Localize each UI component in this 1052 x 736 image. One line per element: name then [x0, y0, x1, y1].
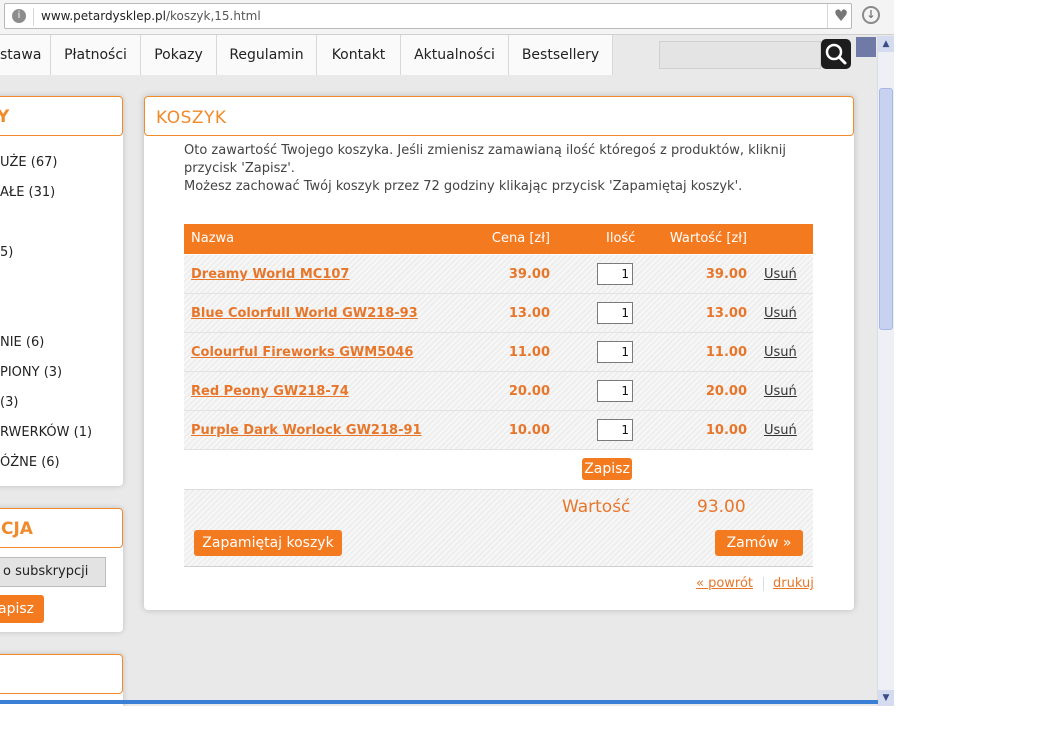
sum-label: Wartość: [562, 497, 631, 517]
product-price: 13.00: [508, 306, 550, 321]
site-identity-icon[interactable]: i: [12, 9, 26, 23]
vertical-scrollbar[interactable]: ▲ ▼: [877, 36, 894, 706]
product-name-link[interactable]: Blue Colorfull World GW218-93: [191, 306, 418, 321]
cart-row: Blue Colorfull World GW218-93 13.00 1 13…: [184, 294, 813, 333]
cart-row: Dreamy World MC107 39.00 1 39.00 Usuń: [184, 255, 813, 294]
product-name-link[interactable]: Colourful Fireworks GWM5046: [191, 345, 413, 360]
newsletter-title: CJA: [1, 519, 33, 539]
sidebar-category[interactable]: (3): [0, 395, 18, 410]
download-icon[interactable]: ↓: [862, 6, 880, 24]
cart-row: Red Peony GW218-74 20.00 1 20.00 Usuń: [184, 372, 813, 411]
cart-title: KOSZYK: [156, 108, 227, 128]
link-separator: [763, 577, 764, 591]
col-qty: Ilość: [606, 231, 636, 246]
url-path: /koszyk,15.html: [165, 9, 261, 23]
product-name-link[interactable]: Dreamy World MC107: [191, 267, 349, 282]
newsletter-submit-button[interactable]: apisz: [0, 595, 44, 623]
product-value: 11.00: [705, 345, 747, 360]
cart-summary: Wartość 93.00 Zapamiętaj koszyk Zamów »: [184, 489, 813, 567]
product-price: 39.00: [508, 267, 550, 282]
nav-item-kontakt[interactable]: Kontakt: [317, 35, 401, 75]
scroll-down-icon[interactable]: ▼: [878, 690, 894, 706]
remove-link[interactable]: Usuń: [764, 306, 797, 321]
product-value: 13.00: [705, 306, 747, 321]
bookmark-heart-icon[interactable]: ♥: [827, 4, 854, 28]
sidebar-category[interactable]: ÓŻNE (6): [0, 455, 60, 470]
product-name-link[interactable]: Red Peony GW218-74: [191, 384, 349, 399]
sidebar-panel-3-header: [0, 654, 123, 694]
cart-table-header: Nazwa Cena [zł] Ilość Wartość [zł]: [184, 224, 813, 254]
cart-row: Purple Dark Worlock GW218-91 10.00 1 10.…: [184, 411, 813, 450]
sidebar-panel-3: [0, 654, 123, 706]
quantity-input[interactable]: 1: [597, 380, 633, 402]
address-bar: i www.petardysklep.pl/koszyk,15.html ♥ ↓: [0, 0, 894, 35]
url-domain: www.petardysklep.pl: [41, 9, 166, 23]
save-button[interactable]: Zapisz: [582, 458, 632, 480]
remove-link[interactable]: Usuń: [764, 384, 797, 399]
search-button[interactable]: [821, 39, 851, 69]
sidebar-category[interactable]: RWERKÓW (1): [0, 425, 92, 440]
search-input[interactable]: [659, 41, 821, 69]
back-link[interactable]: « powrót: [696, 576, 753, 591]
product-value: 20.00: [705, 384, 747, 399]
remember-cart-button[interactable]: Zapamiętaj koszyk: [194, 530, 342, 556]
nav-item-aktualnosci[interactable]: Aktualności: [401, 35, 509, 75]
product-price: 11.00: [508, 345, 550, 360]
product-value: 10.00: [705, 423, 747, 438]
quantity-input[interactable]: 1: [597, 263, 633, 285]
categories-title: Y: [0, 107, 10, 127]
print-link[interactable]: drukuj: [773, 576, 814, 591]
nav-item-pokazy[interactable]: Pokazy: [141, 35, 217, 75]
col-name: Nazwa: [191, 231, 235, 246]
intro-line-1: Oto zawartość Twojego koszyka. Jeśli zmi…: [184, 143, 786, 158]
nav-item-regulamin[interactable]: Regulamin: [217, 35, 317, 75]
nav-item-bestsellery[interactable]: Bestsellery: [509, 35, 613, 75]
product-name-link[interactable]: Purple Dark Worlock GW218-91: [191, 423, 422, 438]
overlay-block: [856, 37, 876, 57]
remove-link[interactable]: Usuń: [764, 267, 797, 282]
quantity-input[interactable]: 1: [597, 419, 633, 441]
product-value: 39.00: [705, 267, 747, 282]
product-price: 10.00: [508, 423, 550, 438]
categories-header: Y: [0, 96, 123, 136]
sidebar-category[interactable]: UŻE (67): [0, 155, 57, 170]
sidebar-category[interactable]: AŁE (31): [0, 185, 55, 200]
url-text[interactable]: www.petardysklep.pl/koszyk,15.html: [41, 9, 261, 23]
cart-header: KOSZYK: [144, 96, 854, 136]
url-box[interactable]: i www.petardysklep.pl/koszyk,15.html ♥: [4, 3, 852, 29]
nav-item-platnosci[interactable]: Płatności: [51, 35, 141, 75]
cart-intro: Oto zawartość Twojego koszyka. Jeśli zmi…: [184, 142, 824, 196]
quantity-input[interactable]: 1: [597, 302, 633, 324]
cart-row: Colourful Fireworks GWM5046 11.00 1 11.0…: [184, 333, 813, 372]
cart-panel: KOSZYK Oto zawartość Twojego koszyka. Je…: [144, 96, 854, 610]
intro-line-3: Możesz zachować Twój koszyk przez 72 god…: [184, 179, 743, 194]
nav-item-dostawa[interactable]: stawa: [0, 35, 51, 75]
sidebar-category[interactable]: 5): [0, 245, 13, 260]
newsletter-header: CJA: [0, 508, 123, 548]
sidebar-category[interactable]: PIONY (3): [0, 365, 62, 380]
remove-link[interactable]: Usuń: [764, 345, 797, 360]
remove-link[interactable]: Usuń: [764, 423, 797, 438]
url-separator: [33, 8, 34, 26]
product-price: 20.00: [508, 384, 550, 399]
col-price: Cena [zł]: [491, 231, 550, 246]
bottom-edge-line: [0, 700, 878, 704]
scroll-up-icon[interactable]: ▲: [878, 36, 894, 52]
search-icon: [825, 43, 847, 65]
col-value: Wartość [zł]: [669, 231, 747, 246]
sum-value: 93.00: [697, 497, 746, 517]
scrollbar-thumb[interactable]: [879, 88, 893, 330]
top-navigation: stawa Płatności Pokazy Regulamin Kontakt…: [0, 35, 878, 75]
quantity-input[interactable]: 1: [597, 341, 633, 363]
sidebar-category[interactable]: NIE (6): [0, 335, 44, 350]
browser-viewport: i www.petardysklep.pl/koszyk,15.html ♥ ↓…: [0, 0, 894, 706]
intro-line-2: przycisk 'Zapisz'.: [184, 161, 295, 176]
order-button[interactable]: Zamów »: [715, 530, 803, 556]
newsletter-select[interactable]: o subskrypcji: [0, 557, 106, 587]
